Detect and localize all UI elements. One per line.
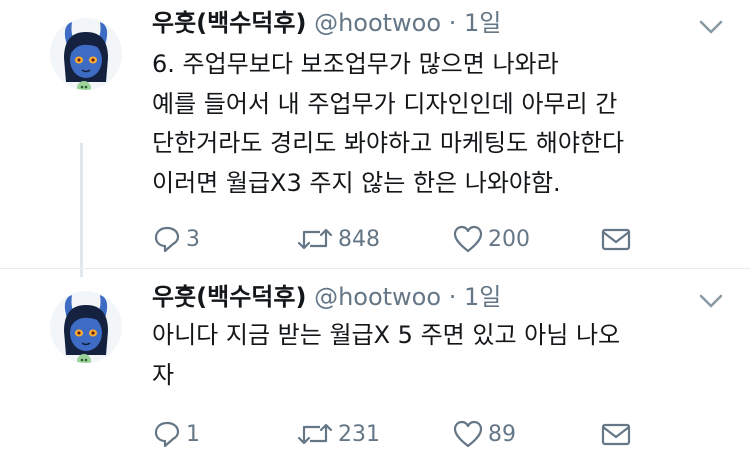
reply-button[interactable]: 3 [152,222,200,256]
envelope-icon [601,423,631,446]
tweet-text-line: 6. 주업무보다 보조업무가 많으면 나와라 [152,50,559,78]
like-count: 89 [488,421,516,447]
author-handle[interactable]: @hootwoo [314,9,441,37]
avatar[interactable] [50,18,122,90]
tweet-text-line: 아니다 지금 받는 월급X 5 주면 있고 아님 나오 [152,321,621,349]
tweet-text: 6. 주업무보다 보조업무가 많으면 나와라 예를 들어서 내 주업무가 디자인… [152,45,722,203]
tweet-actions: 3 848 200 [152,222,652,256]
tweet-header: 우훗(백수덕후) @hootwoo · 1일 [152,282,501,312]
tweet-1[interactable]: 우훗(백수덕후) @hootwoo · 1일 6. 주업무보다 보조업무가 많으… [0,0,750,268]
like-button[interactable]: 89 [452,417,516,451]
tweet-actions: 1 231 89 [152,417,652,451]
direct-message-button[interactable] [600,417,632,451]
avatar-character-image [64,295,108,363]
avatar-character-image [64,22,108,90]
chevron-down-icon[interactable] [698,17,724,37]
retweet-icon [297,228,333,250]
retweet-button[interactable]: 848 [296,222,380,256]
heart-icon [453,420,483,448]
author-name[interactable]: 우훗(백수덕후) [152,9,306,37]
separator-dot: · [448,283,457,311]
reply-count: 3 [186,226,200,252]
heart-icon [453,225,483,253]
direct-message-button[interactable] [600,222,632,256]
envelope-icon [601,228,631,251]
reply-icon [154,421,180,448]
retweet-icon [297,423,333,445]
reply-count: 1 [186,421,200,447]
tweet-timestamp[interactable]: 1일 [464,9,501,37]
author-name[interactable]: 우훗(백수덕후) [152,283,306,311]
tweet-timestamp[interactable]: 1일 [464,283,501,311]
chevron-down-icon[interactable] [698,291,724,311]
retweet-count: 848 [338,226,380,252]
tweet-text: 아니다 지금 받는 월급X 5 주면 있고 아님 나오 자 [152,316,722,395]
tweet-text-line: 이러면 월급X3 주지 않는 한은 나와야함. [152,168,561,197]
tweet-text-line: 단한거라도 경리도 봐야하고 마케팅도 해야한다 [152,129,625,157]
avatar[interactable] [50,291,122,363]
tweet-text-line: 예를 들어서 내 주업무가 디자인인데 아무리 간 [152,89,618,118]
retweet-count: 231 [338,421,380,447]
reply-icon [154,226,180,253]
retweet-button[interactable]: 231 [296,417,380,451]
tweet-text-line: 자 [152,360,175,389]
separator-dot: · [448,9,457,37]
author-handle[interactable]: @hootwoo [314,283,441,311]
like-count: 200 [488,226,530,252]
reply-button[interactable]: 1 [152,417,200,451]
tweet-header: 우훗(백수덕후) @hootwoo · 1일 [152,8,501,38]
tweet-2[interactable]: 우훗(백수덕후) @hootwoo · 1일 아니다 지금 받는 월급X 5 주… [0,269,750,468]
like-button[interactable]: 200 [452,222,530,256]
